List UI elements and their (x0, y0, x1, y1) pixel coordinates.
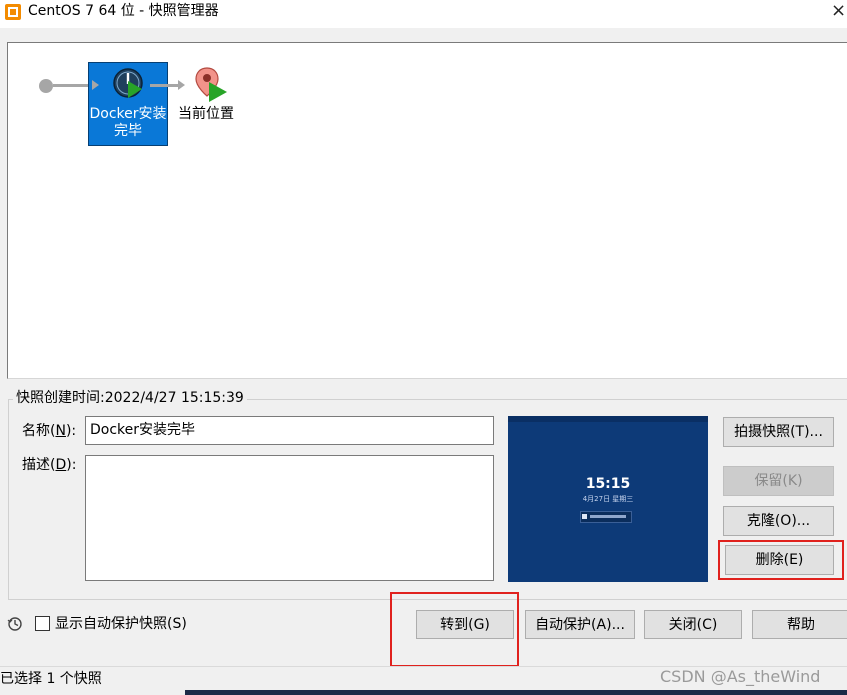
clone-button[interactable]: 克隆(O)... (723, 506, 834, 536)
window-title: CentOS 7 64 位 - 快照管理器 (28, 3, 219, 19)
arrow-icon (92, 80, 99, 90)
taskbar-strip (185, 690, 847, 695)
history-icon (7, 617, 22, 631)
thumbnail-text-line (590, 515, 626, 518)
close-button[interactable]: 关闭(C) (644, 610, 742, 639)
current-position-label[interactable]: 当前位置 (178, 106, 234, 123)
name-label: 名称(N): (22, 423, 77, 439)
show-autoprotect-checkbox[interactable] (35, 616, 50, 631)
keep-button[interactable]: 保留(K) (723, 466, 834, 496)
autoprotect-button[interactable]: 自动保护(A)... (525, 610, 635, 639)
tree-connector-2 (150, 84, 180, 87)
vmware-icon (5, 4, 21, 20)
close-window-button[interactable]: × (830, 0, 847, 22)
snapshot-node-label: Docker安装完毕 (89, 106, 167, 139)
created-time: 快照创建时间:2022/4/27 15:15:39 (13, 390, 247, 407)
name-field[interactable]: Docker安装完毕 (85, 416, 494, 445)
delete-highlight-annotation (718, 540, 844, 580)
take-snapshot-button[interactable]: 拍摄快照(T)... (723, 417, 834, 447)
status-text: 已选择 1 个快照 (0, 671, 102, 687)
description-label: 描述(D): (22, 457, 77, 473)
description-field[interactable] (85, 455, 494, 581)
thumbnail-topbar (508, 416, 708, 422)
location-pin-icon[interactable] (194, 66, 228, 102)
goto-highlight-annotation (390, 592, 519, 667)
thumbnail-time: 15:15 (585, 476, 631, 492)
watermark: CSDN @As_theWind (660, 667, 821, 686)
root-node (39, 79, 53, 93)
tree-connector (53, 84, 93, 87)
snapshot-thumbnail: 15:15 4月27日 星期三 (508, 416, 708, 582)
arrow-icon-2 (178, 80, 185, 90)
show-autoprotect-label[interactable]: 显示自动保护快照(S) (55, 616, 187, 633)
thumbnail-date: 4月27日 星期三 (582, 495, 634, 503)
lock-icon (582, 514, 587, 519)
clock-play-icon (113, 68, 143, 98)
help-button[interactable]: 帮助 (752, 610, 847, 639)
